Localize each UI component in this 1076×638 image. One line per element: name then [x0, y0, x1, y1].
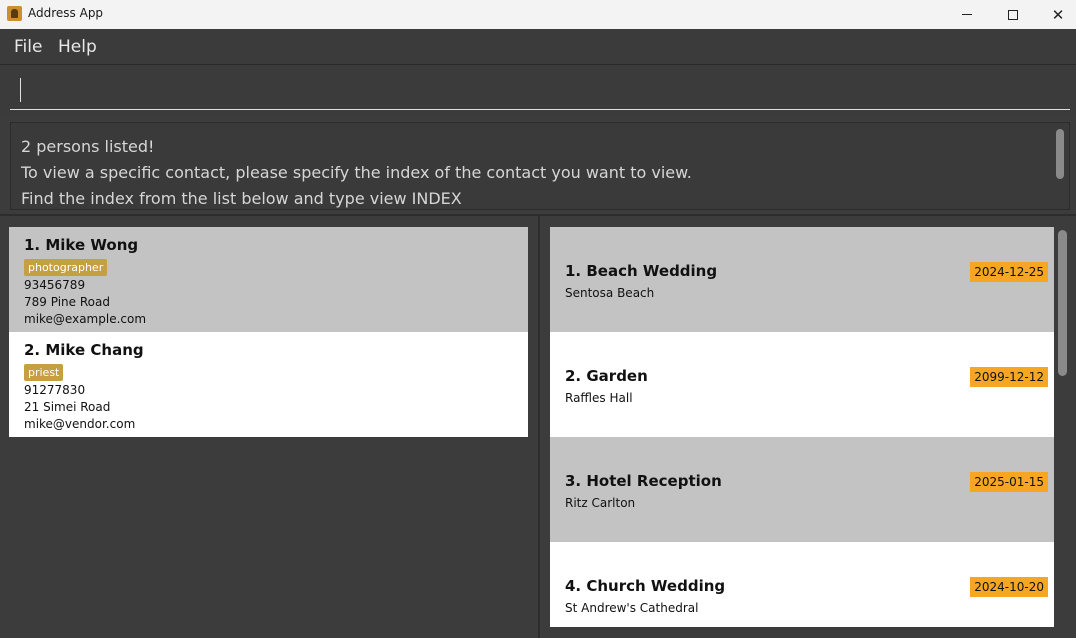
person-tag: photographer — [24, 259, 108, 276]
event-card[interactable]: 2. Garden Raffles Hall 2099-12-12 — [550, 332, 1054, 437]
maximize-icon — [1008, 9, 1018, 20]
person-phone: 93456789 — [24, 278, 86, 292]
close-button[interactable]: ✕ — [1035, 0, 1076, 29]
person-address: 21 Simei Road — [24, 400, 111, 414]
event-card[interactable]: 1. Beach Wedding Sentosa Beach 2024-12-2… — [550, 227, 1054, 332]
event-location: Raffles Hall — [565, 391, 633, 405]
app-icon — [7, 6, 22, 21]
command-input[interactable] — [10, 74, 1070, 110]
person-address: 789 Pine Road — [24, 295, 110, 309]
event-date: 2024-12-25 — [970, 262, 1048, 282]
text-caret — [20, 78, 21, 102]
command-box — [0, 66, 1076, 118]
menu-bar: File Help — [0, 29, 1076, 65]
window-title: Address App — [28, 6, 104, 20]
event-name: 3. Hotel Reception — [565, 472, 722, 490]
person-card[interactable]: 1. Mike Wong photographer 93456789 789 P… — [9, 227, 528, 332]
result-scrollbar[interactable] — [1056, 129, 1064, 179]
person-card[interactable]: 2. Mike Chang priest 91277830 21 Simei R… — [9, 332, 528, 437]
result-display: 2 persons listed! To view a specific con… — [10, 122, 1070, 210]
event-card[interactable]: 4. Church Wedding St Andrew's Cathedral … — [550, 542, 1054, 627]
result-line: 2 persons listed! — [21, 137, 155, 156]
minimize-icon — [962, 14, 972, 15]
event-location: Ritz Carlton — [565, 496, 636, 510]
minimize-button[interactable] — [944, 0, 990, 29]
event-name: 2. Garden — [565, 367, 648, 385]
person-phone: 91277830 — [24, 383, 86, 397]
result-line: To view a specific contact, please speci… — [21, 163, 692, 182]
maximize-button[interactable] — [990, 0, 1036, 29]
person-tag: priest — [24, 364, 64, 381]
event-scrollbar-thumb[interactable] — [1058, 230, 1067, 376]
event-name: 1. Beach Wedding — [565, 262, 718, 280]
person-name: 1. Mike Wong — [24, 236, 139, 254]
event-location: Sentosa Beach — [565, 286, 655, 300]
person-email: mike@example.com — [24, 312, 147, 326]
event-list-panel: 1. Beach Wedding Sentosa Beach 2024-12-2… — [540, 216, 1076, 638]
event-name: 4. Church Wedding — [565, 577, 726, 595]
event-card[interactable]: 3. Hotel Reception Ritz Carlton 2025-01-… — [550, 437, 1054, 542]
event-location: St Andrew's Cathedral — [565, 601, 699, 615]
event-date: 2025-01-15 — [970, 472, 1048, 492]
close-icon: ✕ — [1051, 5, 1065, 24]
menu-file[interactable]: File — [14, 37, 42, 57]
event-date: 2024-10-20 — [970, 577, 1048, 597]
event-date: 2099-12-12 — [970, 367, 1048, 387]
person-email: mike@vendor.com — [24, 417, 136, 431]
result-line: Find the index from the list below and t… — [21, 189, 462, 208]
menu-help[interactable]: Help — [58, 37, 97, 57]
person-name: 2. Mike Chang — [24, 341, 144, 359]
person-list-panel: 1. Mike Wong photographer 93456789 789 P… — [0, 216, 538, 638]
title-bar: Address App ✕ — [0, 0, 1076, 29]
